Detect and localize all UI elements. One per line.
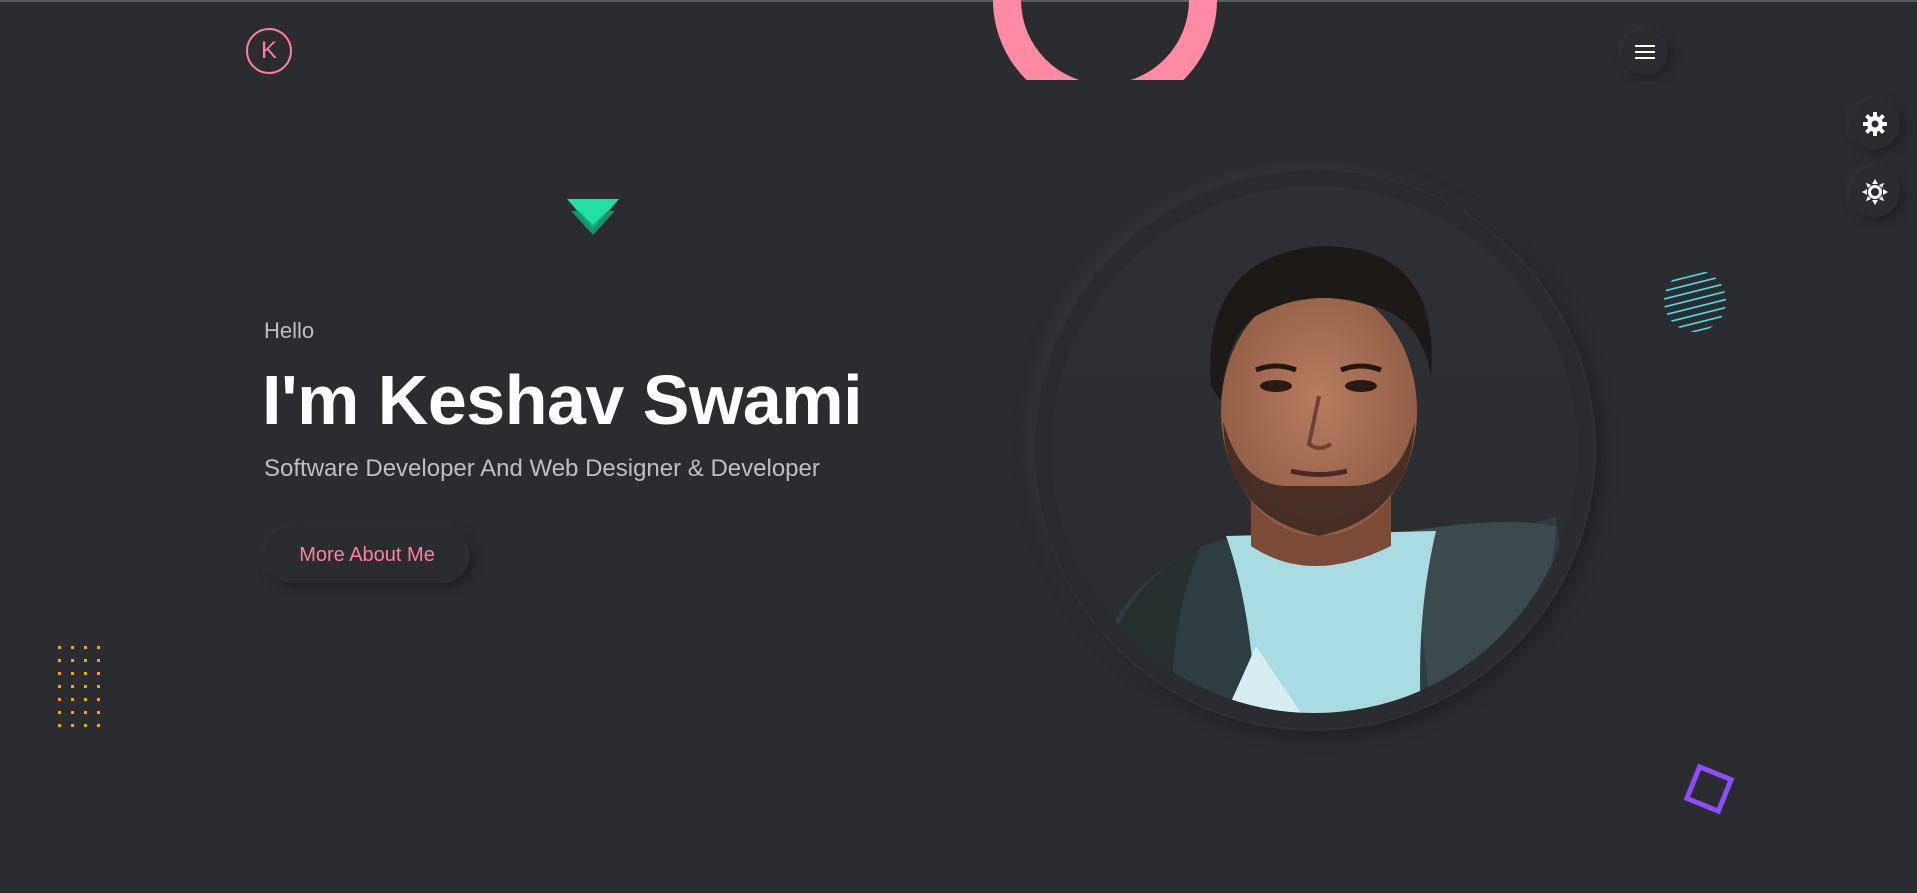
- sun-icon: [1862, 179, 1888, 205]
- menu-button[interactable]: [1622, 29, 1668, 75]
- profile-photo-illustration: [1051, 186, 1578, 713]
- hero-tagline: Software Developer And Web Designer & De…: [264, 455, 820, 482]
- settings-button[interactable]: [1850, 99, 1900, 149]
- hamburger-icon: [1635, 45, 1655, 59]
- theme-toggle-button[interactable]: [1850, 167, 1900, 217]
- decor-striped-circle: [1664, 270, 1726, 332]
- decor-dot-grid: [58, 646, 100, 727]
- site-logo[interactable]: K: [246, 28, 292, 74]
- decor-green-triangle: [567, 199, 619, 235]
- logo-letter: K: [260, 37, 277, 64]
- greeting-text: Hello: [264, 318, 315, 343]
- profile-photo: [1051, 186, 1578, 713]
- hero-name: I'm Keshav Swami: [262, 361, 863, 439]
- decor-pink-ring: [993, 0, 1217, 80]
- decor-purple-square: [1683, 763, 1735, 815]
- more-about-me-button[interactable]: More About Me: [264, 527, 470, 583]
- profile-photo-frame: [1033, 168, 1596, 731]
- gear-icon: [1863, 112, 1887, 136]
- more-about-me-label: More About Me: [299, 543, 435, 566]
- top-border: [0, 0, 1917, 2]
